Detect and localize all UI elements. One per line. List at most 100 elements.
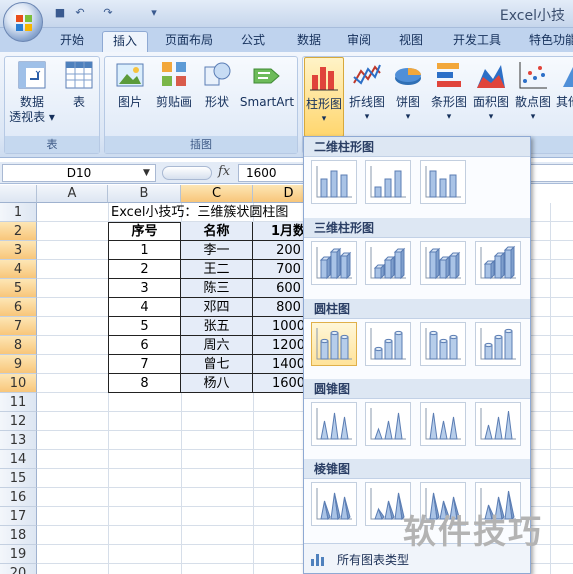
table-cell[interactable]: 杨八	[181, 374, 253, 393]
tab-formulas[interactable]: 公式	[230, 31, 276, 52]
table-cell[interactable]: 王二	[181, 260, 253, 279]
row-header-19[interactable]: 19	[0, 545, 37, 564]
chart-type-3dcol-3[interactable]	[420, 241, 466, 285]
name-box[interactable]: D10	[2, 164, 156, 182]
tab-insert[interactable]: 插入	[102, 31, 148, 52]
chart-type-3dcol-2[interactable]	[365, 241, 411, 285]
row-header-12[interactable]: 12	[0, 412, 37, 431]
row-header-6[interactable]: 6	[0, 298, 37, 317]
line-chart-button[interactable]: 折线图 ▾	[347, 59, 387, 125]
group-illustrations-title: 插图	[105, 136, 297, 153]
table-button[interactable]: 表	[61, 59, 97, 110]
table-cell[interactable]: 2	[108, 260, 181, 279]
table-cell[interactable]: 邓四	[181, 298, 253, 317]
undo-icon[interactable]: ↶	[72, 5, 88, 21]
customize-qat-icon[interactable]: ▾	[146, 5, 162, 21]
select-all-corner[interactable]	[0, 185, 37, 203]
row-header-20[interactable]: 20	[0, 564, 37, 574]
save-icon[interactable]: ■	[52, 5, 68, 21]
row-header-11[interactable]: 11	[0, 393, 37, 412]
table-cell[interactable]: 6	[108, 336, 181, 355]
row-header-3[interactable]: 3	[0, 241, 37, 260]
other-charts-button[interactable]: 其他	[555, 59, 573, 110]
row-header-14[interactable]: 14	[0, 450, 37, 469]
pivot-table-button[interactable]: 数据 透视表 ▾	[9, 59, 55, 125]
row-header-1[interactable]: 1	[0, 203, 37, 222]
table-cell[interactable]: 4	[108, 298, 181, 317]
chart-type-cone-4[interactable]	[475, 402, 521, 446]
table-cell[interactable]: 8	[108, 374, 181, 393]
column-header-b[interactable]: B	[108, 185, 181, 203]
chart-type-cyl-3[interactable]	[420, 322, 466, 366]
office-button[interactable]	[3, 2, 43, 42]
table-header-cell[interactable]: 名称	[181, 222, 253, 241]
table-icon	[65, 61, 93, 89]
chart-type-cone-1[interactable]	[311, 402, 357, 446]
column-chart-button[interactable]: 柱形图 ▾	[304, 57, 344, 137]
tab-data[interactable]: 数据	[286, 31, 332, 52]
row-header-13[interactable]: 13	[0, 431, 37, 450]
table-cell[interactable]: 张五	[181, 317, 253, 336]
area-chart-button[interactable]: 面积图 ▾	[471, 59, 511, 125]
title-cell[interactable]: Excel小技巧：三维簇状圆柱图	[108, 203, 318, 222]
row-header-16[interactable]: 16	[0, 488, 37, 507]
chart-type-cyl-2[interactable]	[365, 322, 411, 366]
table-cell[interactable]: 陈三	[181, 279, 253, 298]
chart-type-2d-2[interactable]	[365, 160, 411, 204]
row-header-2[interactable]: 2	[0, 222, 37, 241]
table-label: 表	[72, 95, 85, 109]
tab-special-features[interactable]: 特色功能	[520, 31, 573, 52]
chart-type-cone-3[interactable]	[420, 402, 466, 446]
picture-button[interactable]: 图片	[109, 59, 151, 110]
tab-review[interactable]: 审阅	[336, 31, 382, 52]
insert-function-icon[interactable]: fx	[218, 164, 230, 179]
row-header-9[interactable]: 9	[0, 355, 37, 374]
clip-art-button[interactable]: 剪贴画	[153, 59, 195, 110]
column-header-a[interactable]: A	[37, 185, 108, 203]
scatter-chart-label: 散点图	[514, 95, 551, 109]
chart-type-cyl-1[interactable]	[311, 322, 357, 366]
row-header-5[interactable]: 5	[0, 279, 37, 298]
table-cell[interactable]: 周六	[181, 336, 253, 355]
row-header-10[interactable]: 10	[0, 374, 37, 393]
tab-developer[interactable]: 开发工具	[444, 31, 510, 52]
chart-type-3dcol-1[interactable]	[311, 241, 357, 285]
table-cell[interactable]: 曾七	[181, 355, 253, 374]
chart-type-3dcol-4[interactable]	[475, 241, 521, 285]
row-header-17[interactable]: 17	[0, 507, 37, 526]
row-header-7[interactable]: 7	[0, 317, 37, 336]
tab-home[interactable]: 开始	[48, 31, 96, 52]
chart-type-cone-2[interactable]	[365, 402, 411, 446]
column-chart-icon	[310, 67, 338, 91]
row-header-18[interactable]: 18	[0, 526, 37, 545]
chart-type-2d-3[interactable]	[420, 160, 466, 204]
table-cell[interactable]: 1	[108, 241, 181, 260]
scatter-chart-button[interactable]: 散点图 ▾	[513, 59, 553, 125]
smartart-icon	[253, 68, 280, 84]
table-header-cell[interactable]: 序号	[108, 222, 181, 241]
pie-chart-dropdown-icon: ▾	[405, 112, 411, 122]
chart-type-pyr-1[interactable]	[311, 482, 357, 526]
all-chart-types-icon	[311, 554, 324, 566]
bar-chart-dropdown-icon: ▾	[446, 112, 452, 122]
bar-chart-button[interactable]: 条形图 ▾	[429, 59, 469, 125]
column-header-c[interactable]: C	[181, 185, 253, 203]
row-header-8[interactable]: 8	[0, 336, 37, 355]
shapes-button[interactable]: 形状	[197, 59, 237, 110]
redo-icon[interactable]: ↷	[100, 5, 116, 21]
chart-type-cyl-4[interactable]	[475, 322, 521, 366]
chart-type-2d-1[interactable]	[311, 160, 357, 204]
pie-chart-button[interactable]: 饼图 ▾	[389, 59, 427, 125]
tab-page-layout[interactable]: 页面布局	[156, 31, 222, 52]
row-header-15[interactable]: 15	[0, 469, 37, 488]
formula-bar-splitter[interactable]	[162, 166, 212, 180]
pivot-table-label2: 透视表 ▾	[9, 110, 55, 124]
table-cell[interactable]: 5	[108, 317, 181, 336]
name-box-dropdown-icon[interactable]: ▼	[143, 164, 150, 182]
row-header-4[interactable]: 4	[0, 260, 37, 279]
table-cell[interactable]: 李一	[181, 241, 253, 260]
table-cell[interactable]: 7	[108, 355, 181, 374]
smartart-button[interactable]: SmartArt	[239, 59, 295, 110]
table-cell[interactable]: 3	[108, 279, 181, 298]
tab-view[interactable]: 视图	[388, 31, 434, 52]
